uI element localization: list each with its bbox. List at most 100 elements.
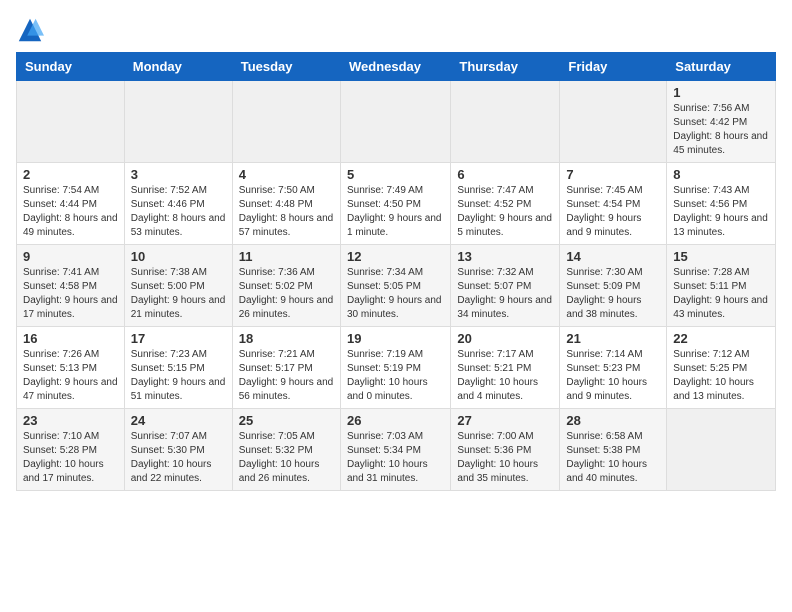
- day-info: Sunrise: 7:17 AM Sunset: 5:21 PM Dayligh…: [457, 348, 553, 404]
- day-info: Sunrise: 7:10 AM Sunset: 5:28 PM Dayligh…: [23, 430, 118, 486]
- week-row-3: 9 Sunrise: 7:41 AM Sunset: 4:58 PM Daylig…: [17, 245, 776, 327]
- week-row-5: 23 Sunrise: 7:10 AM Sunset: 5:28 PM Dayli…: [17, 409, 776, 491]
- day-info: Sunrise: 7:43 AM Sunset: 4:56 PM Dayligh…: [673, 184, 769, 240]
- calendar-cell: 15 Sunrise: 7:28 AM Sunset: 5:11 PM Dayli…: [667, 245, 776, 327]
- day-info: Sunrise: 7:19 AM Sunset: 5:19 PM Dayligh…: [347, 348, 444, 404]
- calendar-cell: 12 Sunrise: 7:34 AM Sunset: 5:05 PM Dayli…: [340, 245, 450, 327]
- calendar-cell: [124, 81, 232, 163]
- day-info: Sunrise: 7:23 AM Sunset: 5:15 PM Dayligh…: [131, 348, 226, 404]
- day-number: 2: [23, 167, 118, 182]
- day-info: Sunrise: 7:07 AM Sunset: 5:30 PM Dayligh…: [131, 430, 226, 486]
- week-row-1: 1 Sunrise: 7:56 AM Sunset: 4:42 PM Daylig…: [17, 81, 776, 163]
- day-info: Sunrise: 7:34 AM Sunset: 5:05 PM Dayligh…: [347, 266, 444, 322]
- calendar-cell: [17, 81, 125, 163]
- logo-icon: [16, 16, 44, 44]
- calendar-cell: 23 Sunrise: 7:10 AM Sunset: 5:28 PM Dayli…: [17, 409, 125, 491]
- calendar-cell: 9 Sunrise: 7:41 AM Sunset: 4:58 PM Daylig…: [17, 245, 125, 327]
- day-info: Sunrise: 7:28 AM Sunset: 5:11 PM Dayligh…: [673, 266, 769, 322]
- week-row-4: 16Sunrise: 7:26 AM Sunset: 5:13 PM Dayli…: [17, 327, 776, 409]
- day-number: 19: [347, 331, 444, 346]
- day-number: 17: [131, 331, 226, 346]
- day-info: Sunrise: 7:32 AM Sunset: 5:07 PM Dayligh…: [457, 266, 553, 322]
- calendar-cell: 26 Sunrise: 7:03 AM Sunset: 5:34 PM Dayli…: [340, 409, 450, 491]
- calendar-cell: 28 Sunrise: 6:58 AM Sunset: 5:38 PM Dayli…: [560, 409, 667, 491]
- day-number: 4: [239, 167, 334, 182]
- calendar-cell: [667, 409, 776, 491]
- day-number: 8: [673, 167, 769, 182]
- day-info: Sunrise: 6:58 AM Sunset: 5:38 PM Dayligh…: [566, 430, 660, 486]
- calendar-cell: 13 Sunrise: 7:32 AM Sunset: 5:07 PM Dayli…: [451, 245, 560, 327]
- calendar-cell: 17 Sunrise: 7:23 AM Sunset: 5:15 PM Dayli…: [124, 327, 232, 409]
- calendar-cell: 8 Sunrise: 7:43 AM Sunset: 4:56 PM Daylig…: [667, 163, 776, 245]
- calendar-cell: [451, 81, 560, 163]
- calendar-cell: 18 Sunrise: 7:21 AM Sunset: 5:17 PM Dayli…: [232, 327, 340, 409]
- day-number: 26: [347, 413, 444, 428]
- day-number: 9: [23, 249, 118, 264]
- day-number: 13: [457, 249, 553, 264]
- calendar-cell: [232, 81, 340, 163]
- day-number: 12: [347, 249, 444, 264]
- weekday-header-friday: Friday: [560, 53, 667, 81]
- calendar-cell: [340, 81, 450, 163]
- day-number: 1: [673, 85, 769, 100]
- day-number: 10: [131, 249, 226, 264]
- weekday-header-sunday: Sunday: [17, 53, 125, 81]
- day-info: Sunrise: 7:26 AM Sunset: 5:13 PM Dayligh…: [23, 348, 118, 404]
- calendar-cell: 22 Sunrise: 7:12 AM Sunset: 5:25 PM Dayli…: [667, 327, 776, 409]
- day-info: Sunrise: 7:38 AM Sunset: 5:00 PM Dayligh…: [131, 266, 226, 322]
- day-number: 14: [566, 249, 660, 264]
- day-info: Sunrise: 7:00 AM Sunset: 5:36 PM Dayligh…: [457, 430, 553, 486]
- calendar-cell: 20 Sunrise: 7:17 AM Sunset: 5:21 PM Dayli…: [451, 327, 560, 409]
- day-number: 15: [673, 249, 769, 264]
- calendar-cell: 19 Sunrise: 7:19 AM Sunset: 5:19 PM Dayli…: [340, 327, 450, 409]
- day-number: 3: [131, 167, 226, 182]
- day-number: 23: [23, 413, 118, 428]
- day-info: Sunrise: 7:45 AM Sunset: 4:54 PM Dayligh…: [566, 184, 660, 240]
- weekday-header-thursday: Thursday: [451, 53, 560, 81]
- calendar-cell: 2 Sunrise: 7:54 AM Sunset: 4:44 PM Daylig…: [17, 163, 125, 245]
- calendar-cell: 10 Sunrise: 7:38 AM Sunset: 5:00 PM Dayli…: [124, 245, 232, 327]
- day-info: Sunrise: 7:50 AM Sunset: 4:48 PM Dayligh…: [239, 184, 334, 240]
- day-info: Sunrise: 7:56 AM Sunset: 4:42 PM Dayligh…: [673, 102, 769, 158]
- day-number: 7: [566, 167, 660, 182]
- day-number: 6: [457, 167, 553, 182]
- day-info: Sunrise: 7:14 AM Sunset: 5:23 PM Dayligh…: [566, 348, 660, 404]
- day-number: 11: [239, 249, 334, 264]
- day-info: Sunrise: 7:30 AM Sunset: 5:09 PM Dayligh…: [566, 266, 660, 322]
- day-number: 5: [347, 167, 444, 182]
- calendar-body: 1 Sunrise: 7:56 AM Sunset: 4:42 PM Daylig…: [17, 81, 776, 491]
- day-info: Sunrise: 7:03 AM Sunset: 5:34 PM Dayligh…: [347, 430, 444, 486]
- calendar-cell: 4 Sunrise: 7:50 AM Sunset: 4:48 PM Daylig…: [232, 163, 340, 245]
- day-info: Sunrise: 7:41 AM Sunset: 4:58 PM Dayligh…: [23, 266, 118, 322]
- weekday-header: SundayMondayTuesdayWednesdayThursdayFrid…: [17, 53, 776, 81]
- day-number: 22: [673, 331, 769, 346]
- day-number: 28: [566, 413, 660, 428]
- calendar-cell: 24Sunrise: 7:07 AM Sunset: 5:30 PM Dayli…: [124, 409, 232, 491]
- day-number: 18: [239, 331, 334, 346]
- calendar-cell: 14 Sunrise: 7:30 AM Sunset: 5:09 PM Dayli…: [560, 245, 667, 327]
- week-row-2: 2 Sunrise: 7:54 AM Sunset: 4:44 PM Daylig…: [17, 163, 776, 245]
- day-info: Sunrise: 7:54 AM Sunset: 4:44 PM Dayligh…: [23, 184, 118, 240]
- weekday-header-wednesday: Wednesday: [340, 53, 450, 81]
- calendar-cell: 11 Sunrise: 7:36 AM Sunset: 5:02 PM Dayli…: [232, 245, 340, 327]
- calendar: SundayMondayTuesdayWednesdayThursdayFrid…: [16, 52, 776, 491]
- calendar-cell: 16Sunrise: 7:26 AM Sunset: 5:13 PM Dayli…: [17, 327, 125, 409]
- day-info: Sunrise: 7:21 AM Sunset: 5:17 PM Dayligh…: [239, 348, 334, 404]
- calendar-cell: [560, 81, 667, 163]
- logo: [16, 16, 48, 44]
- weekday-header-saturday: Saturday: [667, 53, 776, 81]
- calendar-cell: 7 Sunrise: 7:45 AM Sunset: 4:54 PM Daylig…: [560, 163, 667, 245]
- day-info: Sunrise: 7:52 AM Sunset: 4:46 PM Dayligh…: [131, 184, 226, 240]
- calendar-cell: 27Sunrise: 7:00 AM Sunset: 5:36 PM Dayli…: [451, 409, 560, 491]
- weekday-header-monday: Monday: [124, 53, 232, 81]
- day-number: 21: [566, 331, 660, 346]
- day-info: Sunrise: 7:12 AM Sunset: 5:25 PM Dayligh…: [673, 348, 769, 404]
- calendar-cell: 3 Sunrise: 7:52 AM Sunset: 4:46 PM Daylig…: [124, 163, 232, 245]
- calendar-cell: 21 Sunrise: 7:14 AM Sunset: 5:23 PM Dayli…: [560, 327, 667, 409]
- day-info: Sunrise: 7:47 AM Sunset: 4:52 PM Dayligh…: [457, 184, 553, 240]
- day-info: Sunrise: 7:36 AM Sunset: 5:02 PM Dayligh…: [239, 266, 334, 322]
- header: [16, 16, 776, 44]
- calendar-cell: 6 Sunrise: 7:47 AM Sunset: 4:52 PM Daylig…: [451, 163, 560, 245]
- day-number: 20: [457, 331, 553, 346]
- day-number: 25: [239, 413, 334, 428]
